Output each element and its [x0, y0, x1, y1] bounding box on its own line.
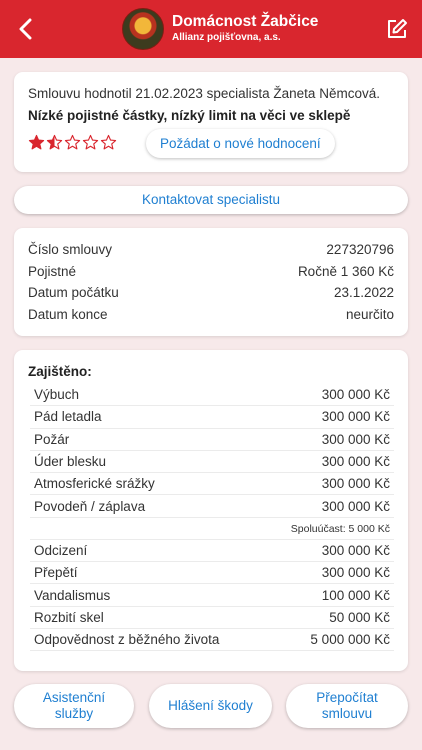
contract-row: Datum konce neurčito [28, 304, 394, 326]
contract-row-label: Datum počátku [28, 285, 119, 300]
coverage-value: 100 000 Kč [321, 587, 390, 603]
star-icon [82, 134, 99, 150]
coverage-row: Odcizení 300 000 Kč [30, 540, 394, 563]
contract-row: Pojistné Ročně 1 360 Kč [28, 261, 394, 283]
contract-row-value: 227320796 [326, 242, 394, 257]
contract-row-value: Ročně 1 360 Kč [297, 263, 394, 279]
chevron-left-icon [19, 18, 32, 40]
contract-info-card: Číslo smlouvy 227320796 Pojistné Ročně 1 36… [14, 228, 408, 336]
report-claim-label: Hlášení škody [168, 698, 253, 713]
recalculate-label: Přepočítat smlouvu [316, 690, 378, 721]
contract-row-label: Číslo smlouvy [28, 242, 113, 257]
coverage-value: 300 000 Kč [321, 454, 390, 470]
coverage-value: 300 000 Kč [321, 476, 390, 492]
edit-icon [388, 19, 407, 38]
coverage-label: Povodeň / záplava [34, 498, 146, 514]
coverage-value: 50 000 Kč [329, 609, 390, 625]
coverage-row: Rozbití skel 50 000 Kč [30, 607, 394, 629]
coverage-value: 300 000 Kč [321, 498, 390, 514]
contract-row-label: Pojistné [28, 263, 77, 279]
coverage-value: 300 000 Kč [321, 565, 390, 581]
coverage-table: Výbuch 300 000 Kč Pád letadla 300 000 Kč Pož… [30, 384, 394, 652]
star-icon [100, 134, 117, 150]
coverage-heading: Zajištěno: [28, 364, 92, 379]
coverage-value: 5 000 000 Kč [310, 632, 390, 648]
coverage-value: 300 000 Kč [321, 431, 390, 447]
coverage-label: Úder blesku [34, 454, 107, 470]
contract-row-label: Datum konce [28, 306, 108, 322]
contract-row: Datum počátku 23.1.2022 [28, 282, 394, 304]
coverage-row: Atmosferické srážky 300 000 Kč [30, 473, 394, 496]
coverage-row: Požár 300 000 Kč [30, 429, 394, 451]
assistance-button[interactable]: Asistenční služby [14, 684, 134, 728]
contract-row: Číslo smlouvy 227320796 [28, 239, 394, 261]
coverage-label: Přepětí [34, 565, 78, 581]
coverage-label: Výbuch [34, 387, 80, 403]
contract-row-value: neurčito [345, 306, 394, 322]
coverage-row: Vandalismus 100 000 Kč [30, 584, 394, 607]
coverage-row: Úder blesku 300 000 Kč [30, 451, 394, 474]
star-icon [28, 134, 45, 150]
coverage-row: Povodeň / záplava 300 000 Kč [30, 495, 394, 518]
contract-row-value: 23.1.2022 [333, 285, 394, 300]
coverage-label: Vandalismus [34, 587, 111, 603]
page-subtitle: Allianz pojišťovna, a.s. [172, 32, 281, 43]
coverage-label: Rozbití skel [34, 609, 104, 625]
rating-summary: Nízké pojistné částky, nízký limit na vě… [28, 108, 351, 123]
contact-specialist-button[interactable]: Kontaktovat specialistu [14, 186, 408, 214]
recalculate-button[interactable]: Přepočítat smlouvu [286, 684, 408, 728]
coverage-value: 300 000 Kč [321, 542, 390, 558]
edit-button[interactable] [384, 16, 410, 42]
coverage-label: Pád letadla [34, 409, 102, 425]
coverage-label: Odpovědnost z běžného života [34, 632, 220, 648]
coverage-row: Přepětí 300 000 Kč [30, 562, 394, 585]
coverage-row: Pád letadla 300 000 Kč [30, 406, 394, 429]
coverage-value: 300 000 Kč [321, 387, 390, 403]
rating-card: Smlouvu hodnotil 21.02.2023 specialista … [14, 72, 408, 172]
coverage-value: 300 000 Kč [321, 409, 390, 425]
coverage-label: Požár [34, 431, 70, 447]
report-claim-button[interactable]: Hlášení škody [149, 684, 272, 728]
avatar [122, 8, 164, 50]
coverage-row: Odpovědnost z běžného života 5 000 000 Kč [30, 629, 394, 652]
app-header: Domácnost Žabčice Allianz pojišťovna, a.… [0, 0, 422, 58]
coverage-row: Výbuch 300 000 Kč [30, 384, 394, 407]
deductible-note: Spoluúčast: 5 000 Kč [30, 518, 394, 540]
coverage-card: Zajištěno: Výbuch 300 000 Kč Pád letadla 30… [14, 350, 408, 671]
star-rating [28, 134, 117, 151]
assistance-label: Asistenční služby [42, 690, 106, 721]
rating-text: Smlouvu hodnotil 21.02.2023 specialista … [28, 86, 380, 101]
page-title: Domácnost Žabčice [172, 13, 319, 30]
request-rating-button[interactable]: Požádat o nové hodnocení [146, 129, 335, 158]
coverage-label: Atmosferické srážky [34, 476, 155, 492]
star-icon [46, 134, 63, 150]
coverage-label: Odcizení [34, 542, 88, 558]
star-icon [64, 134, 81, 150]
back-button[interactable] [14, 16, 38, 42]
